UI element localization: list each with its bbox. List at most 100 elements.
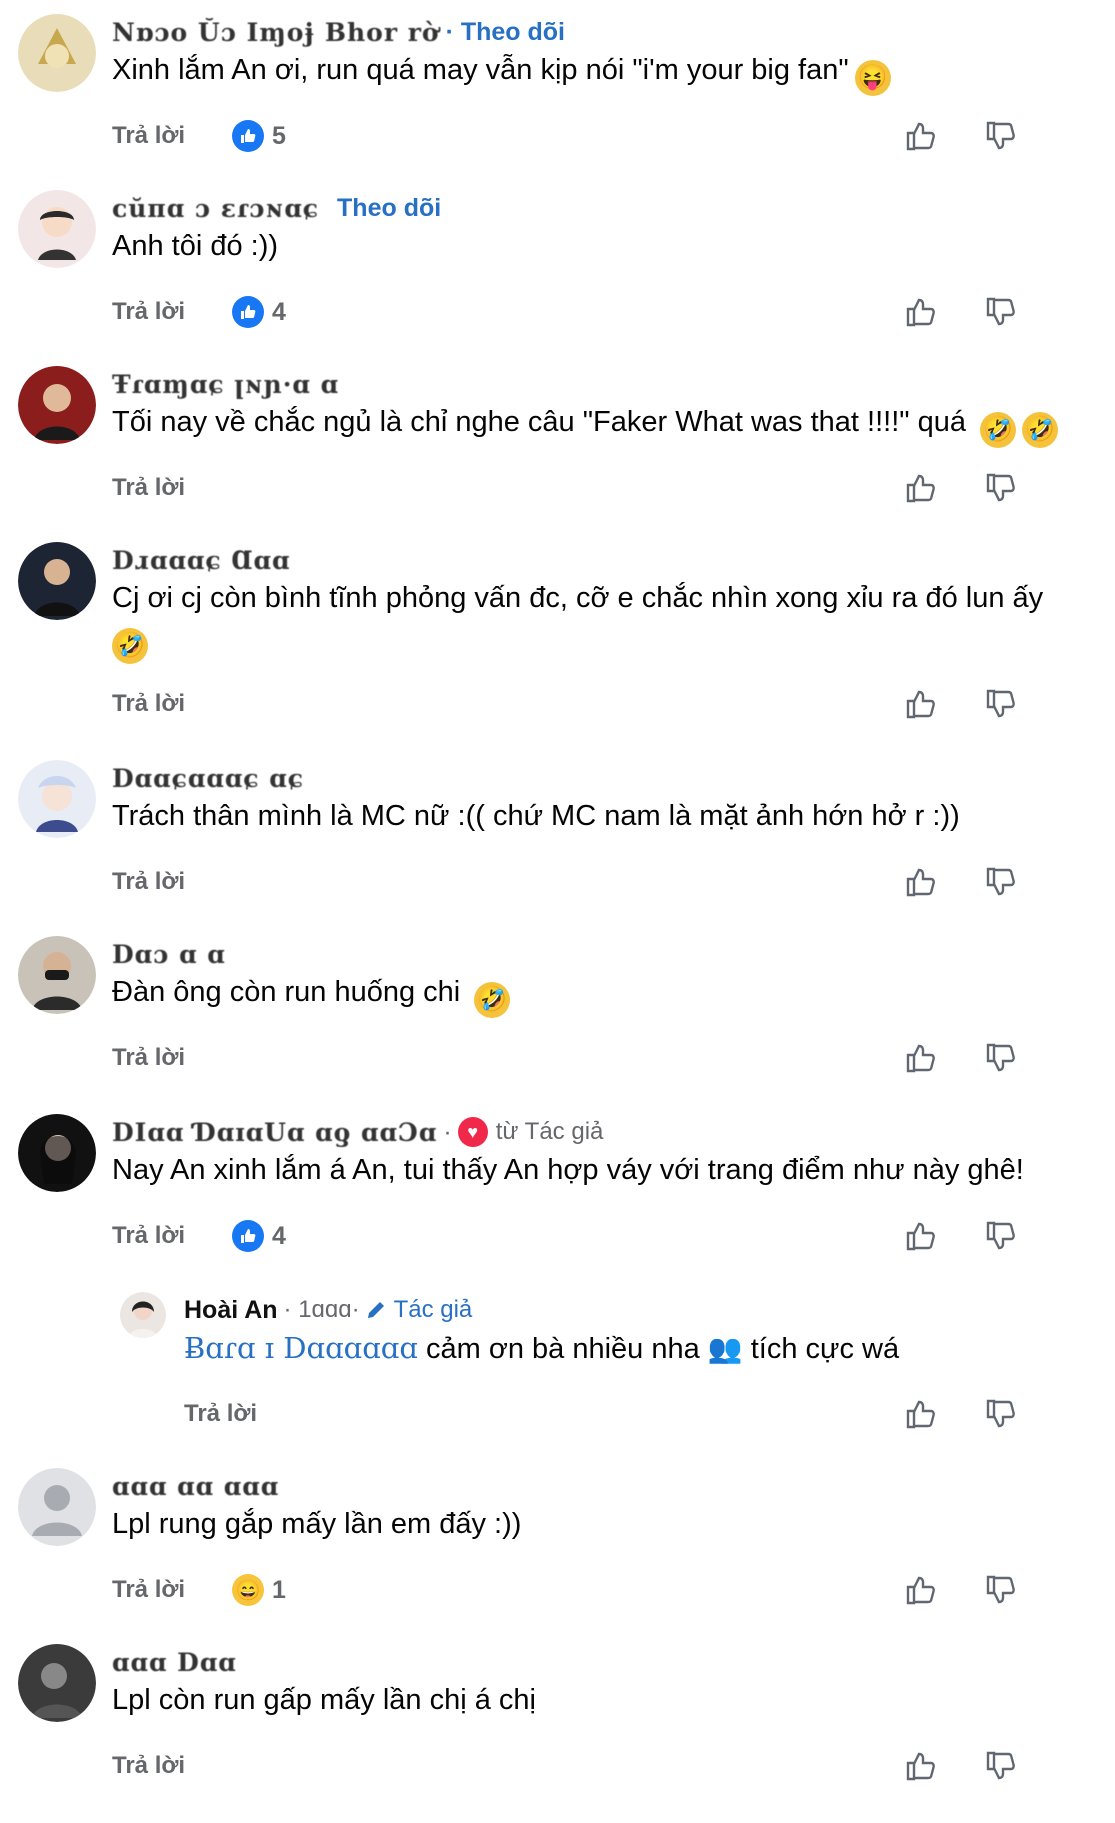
reaction-summary[interactable]: 5 [232,120,286,152]
commenter-name[interactable]: DIɑɑ ƊɑɪɑUɑ ɑƍ ɑɑƆɑ [112,1118,437,1147]
comment-header: ᴄŭᴨɑ ɔ ɛɾɔɴɑɕ Theo dõi [112,190,441,226]
thumbs-down-icon[interactable] [983,1040,1019,1076]
author-badge: Tác giả [364,1296,473,1324]
comment-actions: Trả lời 4 [112,292,1115,332]
avatar[interactable] [18,190,96,268]
comment-actions: Trả lời [112,1746,1115,1786]
comment-text: Anh tôi đó :)) [112,230,279,262]
comment-text: Lpl rung gắp mấy lần em đấy :)) [112,1508,522,1540]
comment-actions: Trả lời [112,684,1115,724]
thumbs-down-icon[interactable] [983,1218,1019,1254]
thumbs-up-icon[interactable] [903,1396,939,1432]
comment-text: Tối nay về chắc ngủ là chỉ nghe câu "Fak… [112,402,1075,448]
comment-1: Nɒɔo Ŭɔ Iɱoɉ Bhor rờ · Theo dõi Xinh lắm… [0,14,1115,164]
commenter-name[interactable]: Dɑɑɕɑɑɑɕ ɑɕ [112,764,304,793]
avatar[interactable] [18,760,96,838]
thumbs-up-icon[interactable] [903,294,939,330]
like-count: 5 [272,121,286,150]
thumbs-up-icon[interactable] [903,686,939,722]
reaction-summary[interactable]: 4 [232,296,286,328]
haha-badge-icon: 😄 [232,1574,264,1606]
comment-body: Tối nay về chắc ngủ là chỉ nghe câu "Fak… [112,406,966,438]
thumbs-down-icon[interactable] [983,1396,1019,1432]
comment-actions: Trả lời 4 [112,1216,1115,1256]
avatar[interactable] [18,542,96,620]
like-count: 4 [272,297,286,326]
like-badge-icon [232,120,264,152]
rolling-laughing-emoji: 🤣 [980,412,1017,448]
reply-button[interactable]: Trả lời [112,1222,232,1250]
comment-4: Dɹɑɑɑɕ Ɑɑɑ Cj ơi cj còn bình tĩnh phỏng … [0,542,1115,732]
commenter-name[interactable]: ɑɑɑ Dɑɑ [112,1648,237,1677]
comment-body: Xinh lắm An ơi, run quá may vẫn kịp nói … [112,54,849,86]
comment-8: ɑɑɑ ɑɑ ɑɑɑ Lpl rung gắp mấy lần em đấy :… [0,1468,1115,1618]
comment-actions: Trả lời [112,468,1115,508]
thumbs-down-icon[interactable] [983,864,1019,900]
thumbs-up-icon[interactable] [903,1572,939,1608]
comment-actions: Trả lời [112,862,1115,902]
heart-icon: ♥ [457,1117,488,1147]
thumbs-down-icon[interactable] [983,686,1019,722]
thumbs-down-icon[interactable] [983,470,1019,506]
pencil-icon [367,1302,384,1318]
commenter-name[interactable]: Nɒɔo Ŭɔ Iɱoɉ Bhor rờ [112,18,440,47]
comment-text: Xinh lắm An ơi, run quá may vẫn kịp nói … [112,50,1075,96]
avatar[interactable] [18,1114,96,1192]
rolling-laughing-emoji: 🤣 [112,628,148,664]
comment-header: Dɑɑɕɑɑɑɕ ɑɕ [112,760,304,796]
thumbs-up-icon[interactable] [903,1218,939,1254]
avatar[interactable] [18,1644,96,1722]
reply-body-b: tích cực wá [750,1333,900,1365]
reply-button[interactable]: Trả lời [112,122,232,150]
thumbs-down-icon[interactable] [983,118,1019,154]
thumbs-up-icon[interactable] [903,864,939,900]
reaction-summary[interactable]: 4 [232,1220,286,1252]
mention-link[interactable]: Ƀɑɾɑ ɪ Dɑɑɑɑɑɑ [184,1331,418,1365]
comment-text: Trách thân mình là MC nữ :(( chứ MC nam … [112,800,960,832]
comment-2: ᴄŭᴨɑ ɔ ɛɾɔɴɑɕ Theo dõi Anh tôi đó :)) Tr… [0,190,1115,340]
thumbs-up-icon[interactable] [903,470,939,506]
people-emoji: 👥 [707,1333,743,1364]
author-name[interactable]: Hoài An [184,1296,278,1325]
comment-7: DIɑɑ ƊɑɪɑUɑ ɑƍ ɑɑƆɑ · ♥ từ Tác giả Nay A… [0,1114,1115,1264]
avatar[interactable] [18,14,96,92]
fan-label: từ Tác giả [495,1118,604,1145]
thumbs-down-icon[interactable] [983,1572,1019,1608]
commenter-name[interactable]: Dɑɔ ɑ ɑ [112,940,226,969]
comment-text: Lpl còn run gấp mấy lần chị á chị [112,1684,536,1716]
reply-button[interactable]: Trả lời [112,1576,232,1604]
avatar[interactable] [18,936,96,1014]
avatar[interactable] [18,366,96,444]
commenter-name[interactable]: ᴄŭᴨɑ ɔ ɛɾɔɴɑɕ [112,194,319,223]
comment-text: Đàn ông còn run huống chi 🤣 [112,972,1075,1018]
reply-button[interactable]: Trả lời [112,1044,232,1072]
commenter-name[interactable]: Dɹɑɑɑɕ Ɑɑɑ [112,546,291,575]
thumbs-up-icon[interactable] [903,118,939,154]
follow-button[interactable]: Theo dõi [337,194,441,223]
comment-header: Dɑɔ ɑ ɑ [112,936,226,972]
reply-button[interactable]: Trả lời [112,690,232,718]
thumbs-down-icon[interactable] [983,1748,1019,1784]
reply-button[interactable]: Trả lời [112,474,232,502]
avatar[interactable] [18,1468,96,1546]
reply-button[interactable]: Trả lời [184,1400,304,1428]
commenter-name[interactable]: ɑɑɑ ɑɑ ɑɑɑ [112,1472,279,1501]
reply-button[interactable]: Trả lời [112,1752,232,1780]
thumbs-up-icon[interactable] [903,1748,939,1784]
reply-timestamp: · 1ɑɑɑ· [283,1296,360,1323]
follow-button[interactable]: · Theo dõi [446,18,565,47]
commenter-name[interactable]: Ŧɾɑɱɑɕ ꞁɴɲ·ɑ ɑ [112,370,339,399]
comment-actions: Trả lời 5 [112,116,1115,156]
reaction-summary[interactable]: 😄 1 [232,1574,286,1606]
comment-body: Đàn ông còn run huống chi [112,976,461,1008]
reply-button[interactable]: Trả lời [112,298,232,326]
like-count: 4 [272,1221,286,1250]
author-label: Tác giả [393,1296,473,1323]
thumbs-up-icon[interactable] [903,1040,939,1076]
comment-text: Nay An xinh lắm á An, tui thấy An hợp vá… [112,1154,1024,1186]
reaction-count: 1 [272,1575,286,1604]
separator-dot: · [443,1117,452,1146]
thumbs-down-icon[interactable] [983,294,1019,330]
avatar[interactable] [120,1292,166,1338]
reply-button[interactable]: Trả lời [112,868,232,896]
